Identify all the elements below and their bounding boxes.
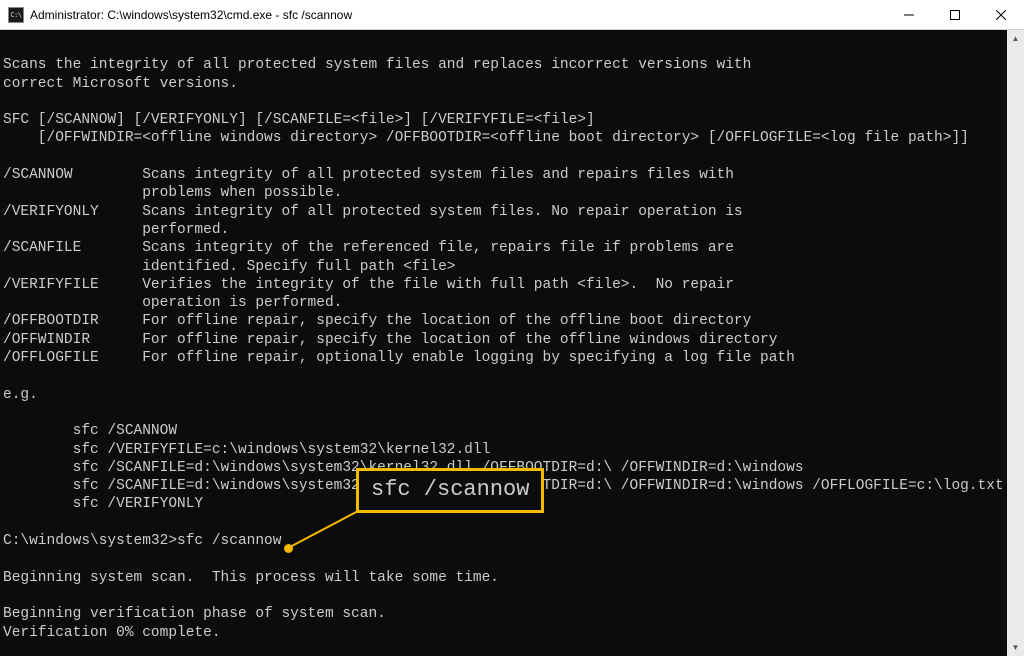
window-title: Administrator: C:\windows\system32\cmd.e… xyxy=(30,8,886,22)
scroll-track[interactable] xyxy=(1007,47,1024,639)
cmd-window: C:\ Administrator: C:\windows\system32\c… xyxy=(0,0,1024,656)
maximize-button[interactable] xyxy=(932,0,978,29)
callout-text: sfc /scannow xyxy=(371,477,529,502)
vertical-scrollbar[interactable]: ▲ ▼ xyxy=(1007,30,1024,656)
terminal-area: Scans the integrity of all protected sys… xyxy=(0,30,1024,656)
scroll-down-arrow[interactable]: ▼ xyxy=(1007,639,1024,656)
titlebar[interactable]: C:\ Administrator: C:\windows\system32\c… xyxy=(0,0,1024,30)
minimize-button[interactable] xyxy=(886,0,932,29)
cmd-icon: C:\ xyxy=(8,7,24,23)
scroll-up-arrow[interactable]: ▲ xyxy=(1007,30,1024,47)
window-controls xyxy=(886,0,1024,29)
callout-highlight: sfc /scannow xyxy=(356,468,544,513)
terminal-output[interactable]: Scans the integrity of all protected sys… xyxy=(0,30,1007,656)
close-button[interactable] xyxy=(978,0,1024,29)
